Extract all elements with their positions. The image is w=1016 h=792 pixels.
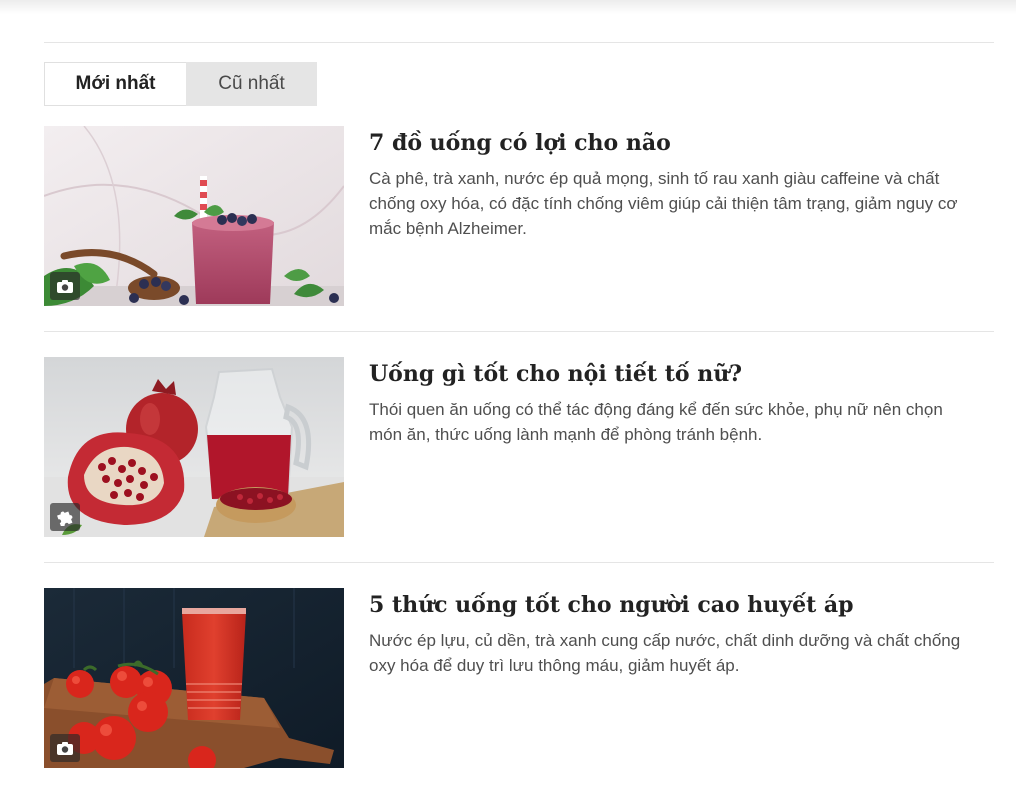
article-description: Thói quen ăn uống có thể tác động đáng k… (369, 400, 943, 444)
article-thumbnail[interactable] (44, 357, 344, 537)
camera-icon (50, 272, 80, 300)
article-item: Uống gì tốt cho nội tiết tố nữ? Thói que… (44, 357, 994, 537)
top-divider (44, 42, 994, 43)
sort-tabs: Mới nhất Cũ nhất (44, 62, 317, 106)
puzzle-icon (50, 503, 80, 531)
header-shadow (0, 0, 1016, 14)
article-title[interactable]: 7 đồ uống có lợi cho não (369, 128, 989, 158)
article-description: Cà phê, trà xanh, nước ép quả mọng, sinh… (369, 169, 958, 238)
tab-newest[interactable]: Mới nhất (44, 62, 186, 106)
article-title[interactable]: 5 thức uống tốt cho người cao huyết áp (369, 590, 989, 620)
camera-icon (50, 734, 80, 762)
tab-oldest[interactable]: Cũ nhất (186, 62, 317, 106)
article-description: Nước ép lựu, củ dền, trà xanh cung cấp n… (369, 631, 961, 675)
article-divider (44, 562, 994, 563)
article-divider (44, 331, 994, 332)
article-title[interactable]: Uống gì tốt cho nội tiết tố nữ? (369, 359, 989, 389)
article-item: 7 đồ uống có lợi cho não Cà phê, trà xan… (44, 126, 994, 306)
article-thumbnail[interactable] (44, 588, 344, 768)
article-thumbnail[interactable] (44, 126, 344, 306)
article-item: 5 thức uống tốt cho người cao huyết áp N… (44, 588, 994, 768)
